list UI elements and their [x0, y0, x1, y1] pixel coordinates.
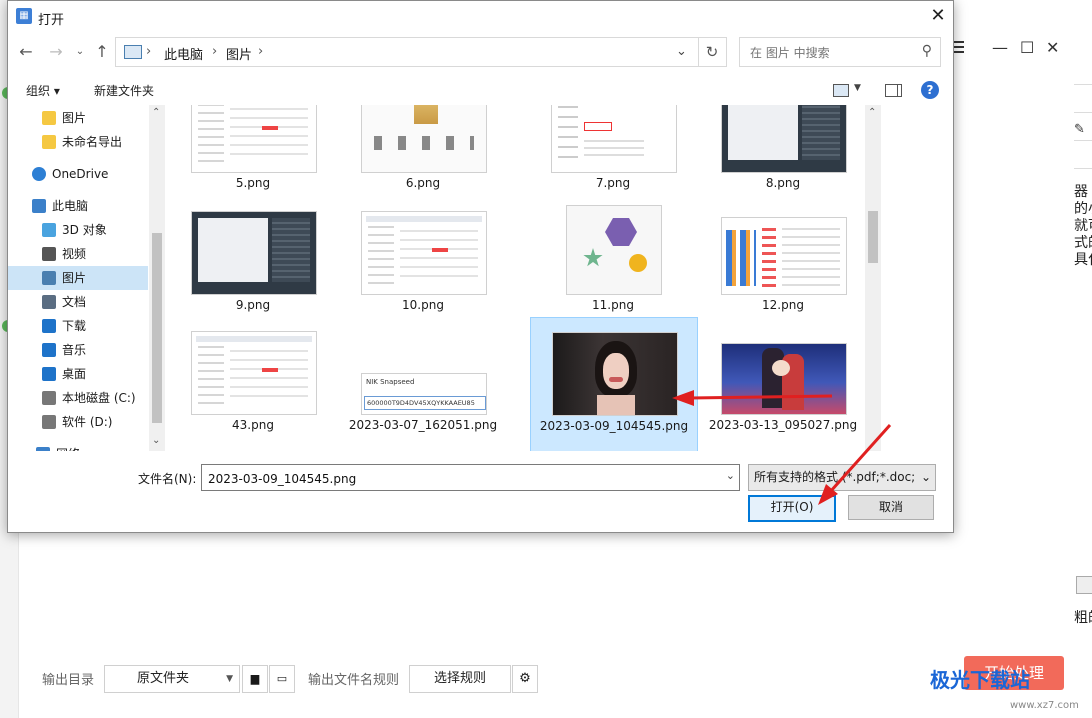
arrow-to-selected-file — [672, 390, 833, 406]
annotation-arrows — [672, 390, 892, 505]
arrow-to-open-button — [818, 423, 892, 505]
